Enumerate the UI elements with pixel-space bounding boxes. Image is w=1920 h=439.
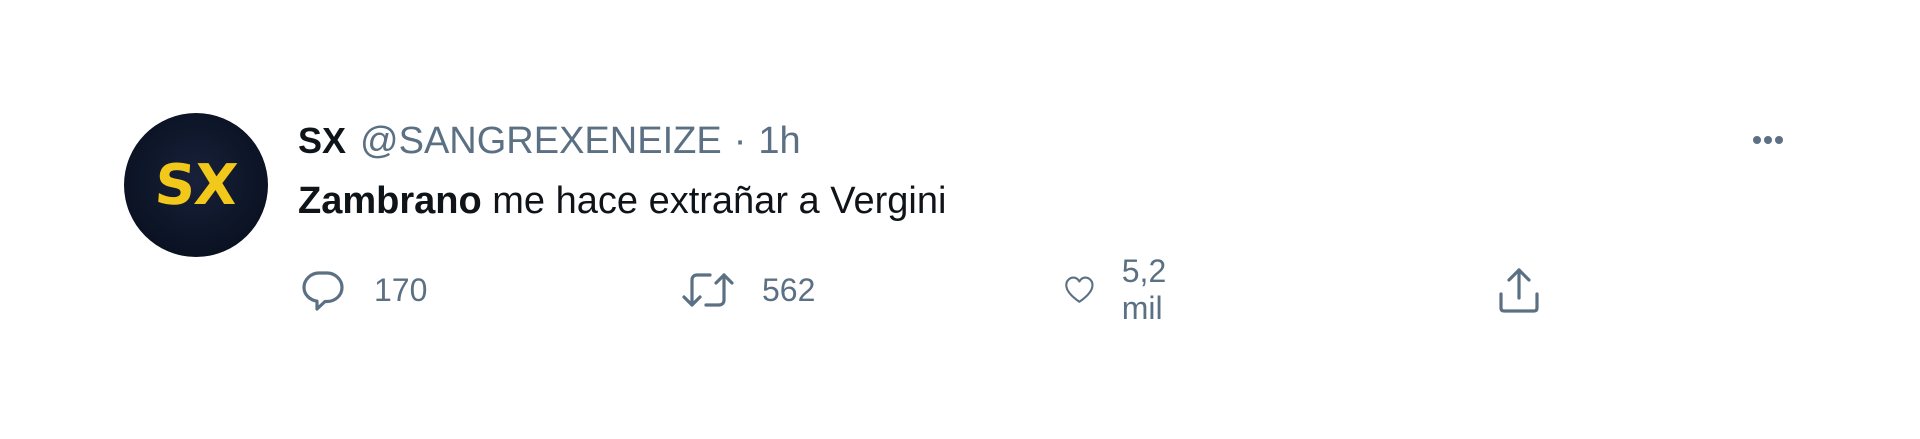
share-icon <box>1499 268 1539 313</box>
more-options-button[interactable] <box>1746 118 1790 162</box>
tweet-text-rest: me hace extrañar a Vergini <box>481 180 947 222</box>
share-button[interactable] <box>1494 264 1544 316</box>
retweet-button[interactable]: 562 <box>680 264 815 316</box>
reply-icon <box>302 271 344 311</box>
reply-count: 170 <box>374 271 428 308</box>
reply-button[interactable]: 170 <box>298 264 427 316</box>
avatar[interactable]: SX <box>124 113 268 257</box>
avatar-logo-text: SX <box>152 152 240 218</box>
like-count: 5,2 mil <box>1121 253 1167 326</box>
more-horizontal-icon <box>1753 136 1783 144</box>
like-icon <box>1065 276 1094 303</box>
timestamp[interactable]: 1h <box>758 120 800 163</box>
retweet-count: 562 <box>762 271 816 308</box>
retweet-icon <box>682 273 734 307</box>
tweet-text: Zambrano me hace extrañar a Vergini <box>298 180 946 223</box>
tweet-text-bold: Zambrano <box>298 180 482 222</box>
tweet-header: SX @SANGREXENEIZE · 1h <box>298 118 801 164</box>
tweet[interactable]: SX SX @SANGREXENEIZE · 1h Zambrano me ha… <box>0 0 1920 439</box>
display-name[interactable]: SX <box>298 120 346 162</box>
separator-dot: · <box>733 119 747 162</box>
user-handle[interactable]: @SANGREXENEIZE <box>360 120 722 163</box>
like-button[interactable]: 5,2 mil <box>1063 253 1183 326</box>
